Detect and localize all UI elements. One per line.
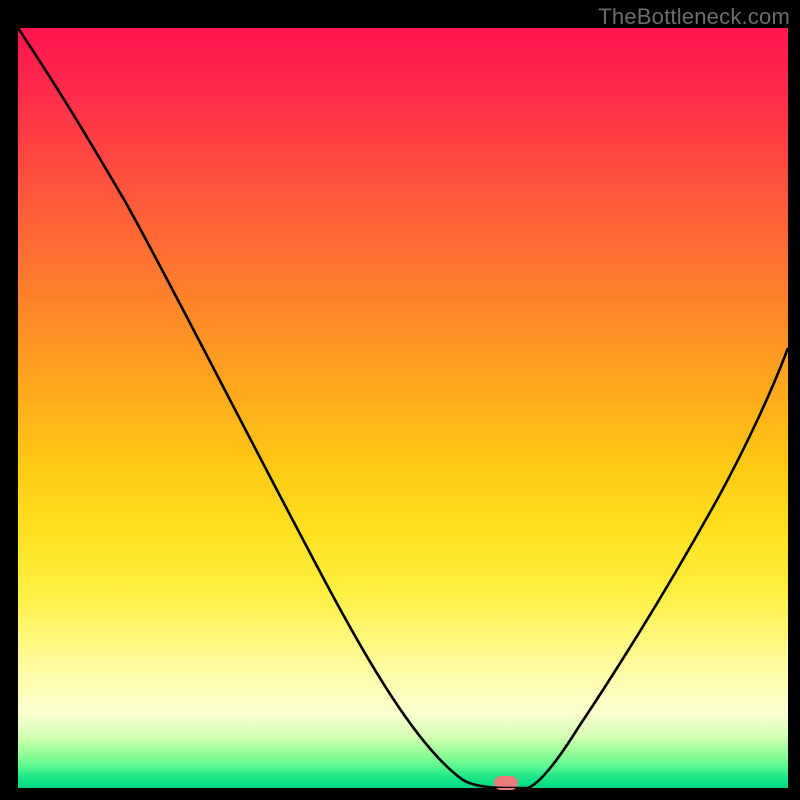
chart-frame: TheBottleneck.com bbox=[0, 0, 800, 800]
watermark-text: TheBottleneck.com bbox=[598, 4, 790, 30]
plot-area bbox=[18, 28, 788, 788]
curve-path bbox=[18, 28, 788, 788]
optimal-marker bbox=[494, 776, 518, 790]
bottleneck-curve bbox=[18, 28, 788, 788]
